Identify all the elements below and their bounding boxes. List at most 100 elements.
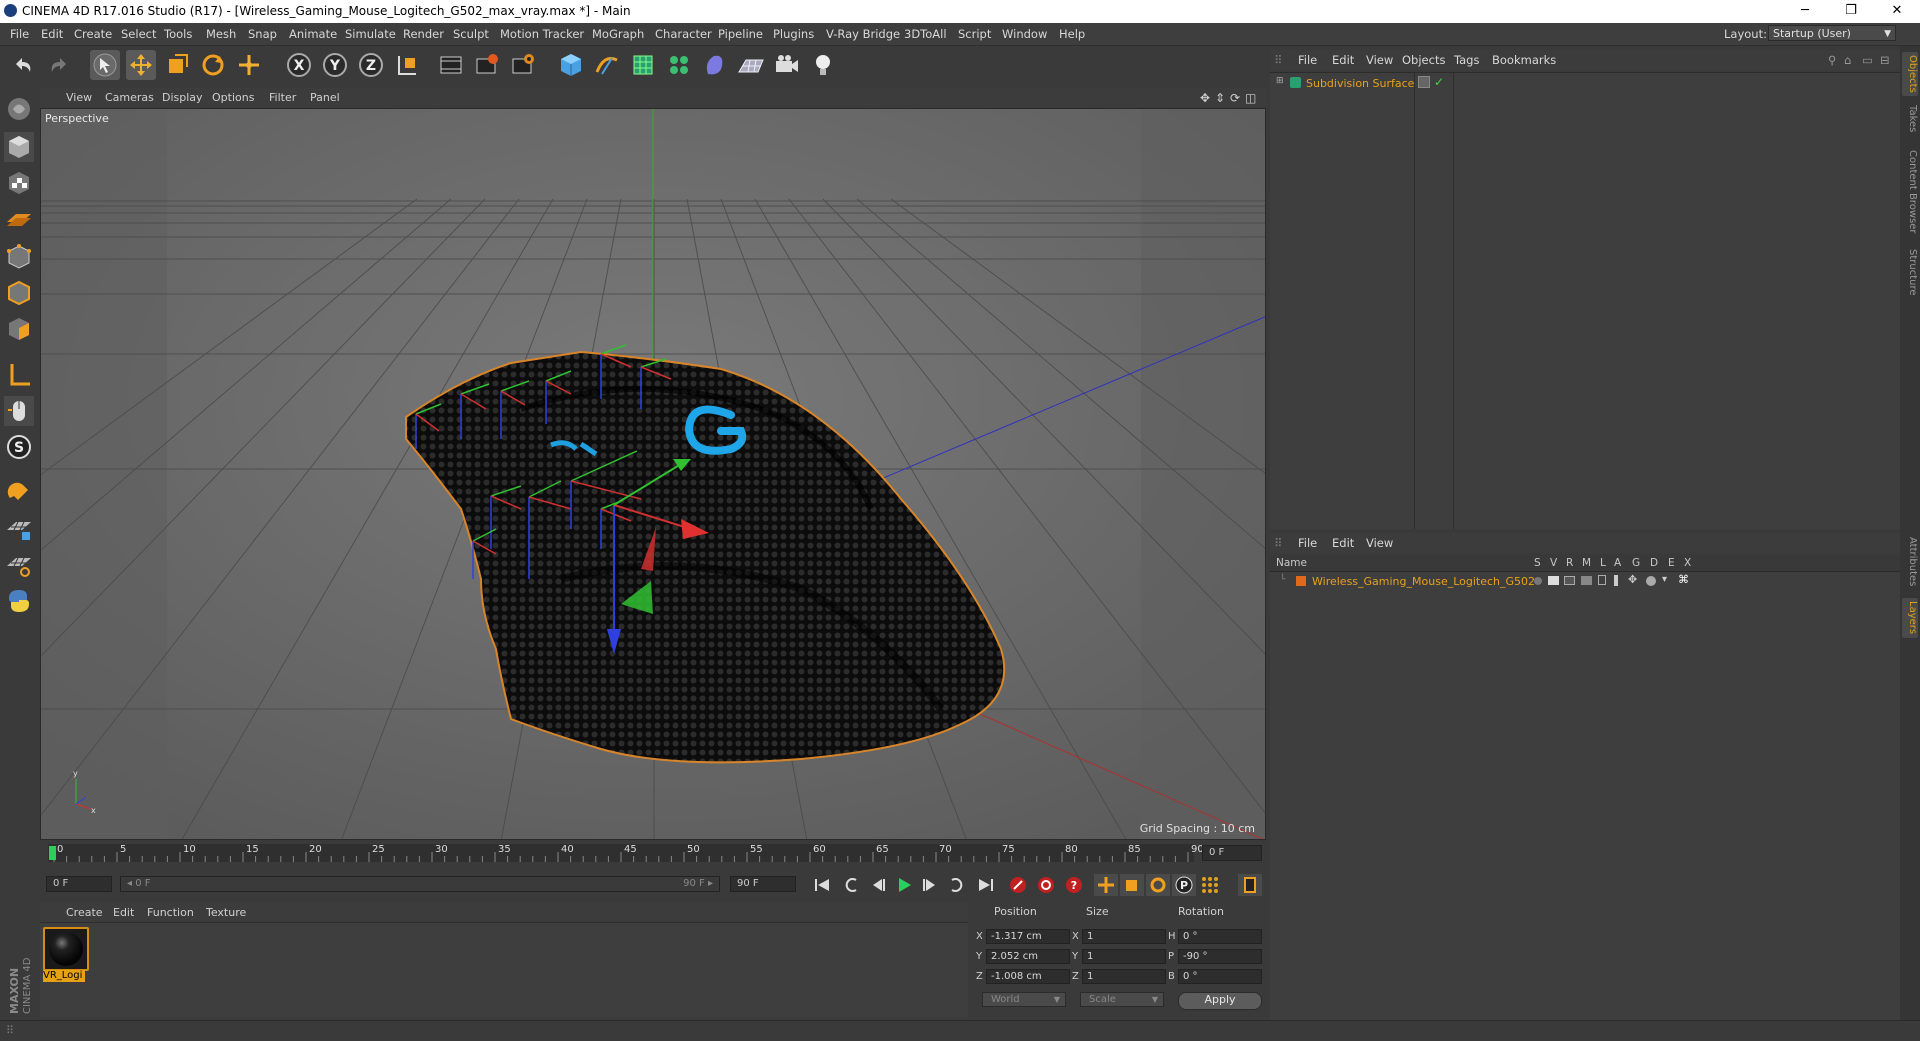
viewport-menu-cameras[interactable]: Cameras (105, 91, 154, 104)
xref-toggle-icon[interactable]: ⌘ (1678, 573, 1689, 586)
apply-button[interactable]: Apply (1178, 992, 1262, 1010)
objects-menu-bookmarks[interactable]: Bookmarks (1492, 53, 1556, 67)
column-locked[interactable]: L (1600, 557, 1606, 569)
rotation-p-field[interactable]: -90 ° (1178, 949, 1262, 964)
size-mode-select[interactable]: Scale ▼ (1080, 992, 1164, 1007)
column-xref[interactable]: X (1684, 557, 1691, 569)
timeline-track[interactable]: 0 5 10 15 20 25 30 35 40 45 50 55 60 65 70 75 80 85 90 (48, 844, 1204, 862)
column-solo[interactable]: S (1534, 557, 1541, 569)
column-expressions[interactable]: E (1668, 557, 1675, 569)
x-axis-lock-icon[interactable]: X (284, 50, 314, 80)
key-parameter-icon[interactable]: P (1172, 874, 1196, 896)
object-row[interactable]: ⊞ Subdivision Surface ✓ (1270, 75, 1900, 91)
model-mode-icon[interactable] (4, 132, 34, 162)
make-editable-icon[interactable] (4, 94, 34, 124)
previous-key-icon[interactable] (840, 874, 864, 896)
selection-tool-icon[interactable] (90, 50, 120, 80)
objects-menu-view[interactable]: View (1366, 53, 1393, 67)
solo-toggle-icon[interactable] (1534, 577, 1542, 585)
y-axis-lock-icon[interactable]: Y (320, 50, 350, 80)
objects-menu-tags[interactable]: Tags (1454, 53, 1479, 67)
layers-menu-file[interactable]: File (1298, 536, 1317, 550)
go-to-end-icon[interactable] (974, 874, 998, 896)
menu-edit[interactable]: Edit (41, 27, 63, 41)
auto-keying-icon[interactable] (1034, 874, 1058, 896)
view-toggle-icon[interactable] (1548, 576, 1559, 585)
tab-takes[interactable]: Takes (1902, 102, 1918, 136)
menu-file[interactable]: File (10, 27, 29, 41)
size-x-field[interactable]: 1 (1082, 929, 1166, 944)
render-to-picture-viewer-icon[interactable] (472, 50, 502, 80)
tab-objects[interactable]: Objects (1902, 52, 1918, 96)
key-scale-icon[interactable] (1120, 874, 1144, 896)
tab-attributes[interactable]: Attributes (1902, 532, 1918, 592)
viewport-menu-filter[interactable]: Filter (269, 91, 296, 104)
layer-row[interactable]: └ Wireless_Gaming_Mouse_Logitech_G502 ✥ … (1270, 572, 1900, 590)
timeline-ruler[interactable]: 0 5 10 15 20 25 30 35 40 45 50 55 60 65 70 75 80 85 90 0 F (40, 842, 1266, 866)
layers-menu-view[interactable]: View (1366, 536, 1393, 550)
expression-toggle-icon[interactable]: ▾ (1662, 574, 1667, 585)
menu-plugins[interactable]: Plugins (773, 27, 814, 41)
position-z-field[interactable]: -1.008 cm (986, 969, 1070, 984)
rotation-h-field[interactable]: 0 ° (1178, 929, 1262, 944)
viewport-dolly-icon[interactable]: ⇕ (1215, 91, 1225, 105)
material-menu-function[interactable]: Function (147, 906, 194, 919)
floor-environment-icon[interactable] (736, 50, 766, 80)
rotate-tool-icon[interactable] (198, 50, 228, 80)
locked-workplane-icon[interactable] (4, 514, 34, 544)
column-generators[interactable]: G (1632, 557, 1640, 569)
end-frame-field[interactable]: 90 F (730, 876, 796, 892)
material-name[interactable]: VR_Logi (43, 970, 85, 982)
points-mode-icon[interactable] (4, 242, 34, 272)
viewport-move-icon[interactable]: ✥ (1200, 91, 1210, 105)
layers-menu-edit[interactable]: Edit (1332, 536, 1354, 550)
start-frame-field[interactable]: 0 F (46, 876, 112, 892)
material-menu-edit[interactable]: Edit (113, 906, 134, 919)
material-menu-create[interactable]: Create (66, 906, 103, 919)
z-axis-lock-icon[interactable]: Z (356, 50, 386, 80)
menu-script[interactable]: Script (958, 27, 991, 41)
next-key-icon[interactable] (944, 874, 968, 896)
home-icon[interactable]: ⌂ (1844, 53, 1851, 67)
solo-mode-icon[interactable]: S (4, 432, 34, 462)
column-render[interactable]: R (1566, 557, 1573, 569)
size-y-field[interactable]: 1 (1082, 949, 1166, 964)
next-frame-icon[interactable] (918, 874, 942, 896)
polygons-mode-icon[interactable] (4, 314, 34, 344)
new-view-icon[interactable]: ▭ (1862, 53, 1873, 67)
object-name[interactable]: Subdivision Surface (1306, 77, 1414, 90)
menu-sculpt[interactable]: Sculpt (453, 27, 489, 41)
menu-help[interactable]: Help (1059, 27, 1085, 41)
menu-window[interactable]: Window (1002, 27, 1047, 41)
generator-toggle-icon[interactable]: ✥ (1628, 573, 1637, 586)
edges-mode-icon[interactable] (4, 278, 34, 308)
tab-content-browser[interactable]: Content Browser (1902, 146, 1918, 238)
key-rotation-icon[interactable] (1146, 874, 1170, 896)
menu-vray-bridge[interactable]: V-Ray Bridge (826, 27, 900, 41)
deformer-toggle-icon[interactable] (1646, 576, 1656, 586)
python-icon[interactable] (4, 586, 34, 616)
snapping-icon[interactable] (4, 478, 34, 508)
enabled-check-icon[interactable]: ✓ (1434, 75, 1444, 89)
record-keys-icon[interactable] (1006, 874, 1030, 896)
key-point-level-icon[interactable] (1198, 874, 1222, 896)
material-swatch[interactable] (43, 927, 89, 971)
render-settings-icon[interactable] (508, 50, 538, 80)
column-manager[interactable]: M (1582, 557, 1591, 569)
light-icon[interactable] (808, 50, 838, 80)
scale-tool-icon[interactable] (162, 50, 192, 80)
position-x-field[interactable]: -1.317 cm (986, 929, 1070, 944)
rotation-b-field[interactable]: 0 ° (1178, 969, 1262, 984)
undo-icon[interactable] (8, 50, 38, 80)
tab-layers[interactable]: Layers (1902, 598, 1918, 638)
lock-panel-icon[interactable]: ⊟ (1880, 53, 1890, 67)
lock-icon[interactable] (1598, 575, 1606, 585)
viewport-menu-options[interactable]: Options (212, 91, 254, 104)
menu-tools[interactable]: Tools (164, 27, 192, 41)
viewport-maximize-icon[interactable]: ◫ (1245, 91, 1256, 105)
menu-character[interactable]: Character (655, 27, 712, 41)
coordinate-mode-select[interactable]: World ▼ (982, 992, 1066, 1007)
perspective-viewport[interactable]: y x Perspective Grid Spacing : 10 cm (40, 108, 1266, 840)
key-position-icon[interactable] (1094, 874, 1118, 896)
camera-icon[interactable] (772, 50, 802, 80)
